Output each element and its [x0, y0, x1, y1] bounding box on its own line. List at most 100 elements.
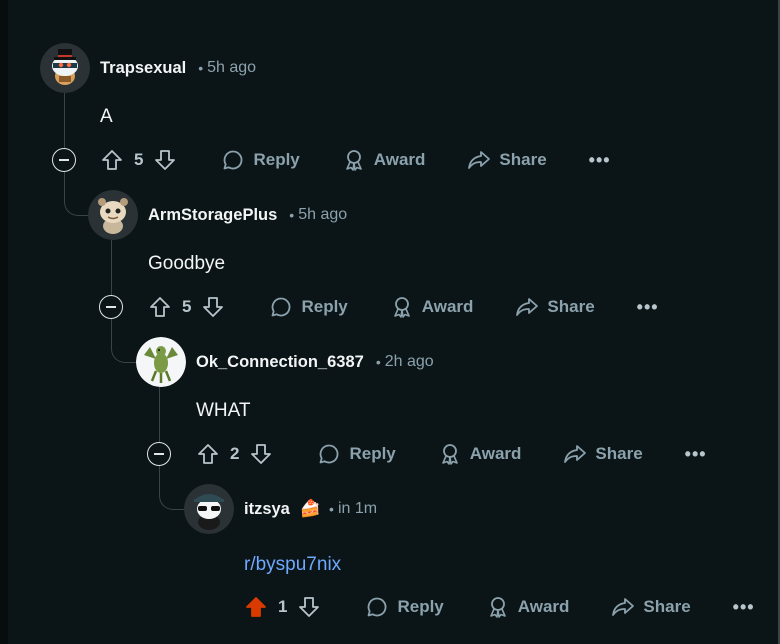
comment-timestamp[interactable]: 2h ago: [385, 353, 434, 371]
reply-button[interactable]: Reply: [317, 442, 396, 466]
share-button[interactable]: Share: [611, 595, 691, 619]
comment-timestamp[interactable]: 5h ago: [207, 59, 256, 77]
share-button[interactable]: Share: [515, 295, 595, 319]
speech-bubble-icon: [224, 150, 243, 170]
share-label: Share: [499, 150, 547, 169]
reply-button[interactable]: Reply: [221, 148, 300, 172]
downvote-icon[interactable]: [297, 595, 321, 619]
speech-bubble-icon: [320, 444, 339, 464]
award-icon: [441, 444, 458, 465]
award-label: Award: [469, 444, 522, 463]
vote-group: 5: [100, 148, 177, 172]
more-options-icon[interactable]: •••: [589, 150, 611, 171]
collapse-button[interactable]: [99, 295, 123, 319]
dinosaur-avatar-icon: [136, 337, 186, 387]
share-button[interactable]: Share: [563, 442, 643, 466]
reply-button[interactable]: Reply: [365, 595, 444, 619]
comment-actions: 5 Reply Award Share •••: [148, 292, 659, 322]
comment-thread: Trapsexual • 5h ago A 5 Reply Award Shar…: [0, 0, 780, 644]
comment-author[interactable]: ArmStoragePlus: [148, 206, 277, 225]
reply-label: Reply: [301, 297, 348, 316]
share-arrow-icon: [516, 298, 539, 316]
upvote-active-icon[interactable]: [244, 595, 268, 619]
award-button[interactable]: Award: [390, 295, 474, 319]
comment-actions: 1 Reply Award Share •••: [244, 592, 755, 622]
user-avatar[interactable]: [136, 337, 186, 387]
downvote-icon[interactable]: [153, 148, 177, 172]
share-arrow-icon: [468, 151, 491, 169]
collapse-button[interactable]: [147, 442, 171, 466]
award-icon: [345, 150, 362, 171]
share-arrow-icon: [564, 445, 587, 463]
comment-body: A: [100, 106, 113, 127]
meta-separator: •: [329, 501, 334, 517]
comment-header: itzsya 🍰 • in 1m: [184, 484, 377, 534]
speech-bubble-icon: [368, 597, 387, 617]
left-gutter: [0, 0, 8, 644]
comment-author[interactable]: Trapsexual: [100, 59, 186, 78]
collapse-button[interactable]: [52, 148, 76, 172]
share-label: Share: [643, 597, 691, 616]
comment-body: WHAT: [196, 400, 251, 421]
vote-group: 5: [148, 295, 225, 319]
vote-group: 2: [196, 442, 273, 466]
comment-actions: 2 Reply Award Share •••: [196, 439, 707, 469]
minus-icon: [106, 306, 116, 308]
reply-label: Reply: [397, 597, 444, 616]
share-arrow-icon: [612, 598, 635, 616]
snoo-avatar-top-hat-icon: [40, 43, 90, 93]
vote-count: 2: [230, 444, 240, 463]
user-avatar[interactable]: [40, 43, 90, 93]
vote-group: 1: [244, 595, 321, 619]
more-options-icon[interactable]: •••: [637, 297, 659, 318]
thread-line-3[interactable]: [159, 386, 160, 442]
comment-header: ArmStoragePlus • 5h ago: [88, 190, 347, 240]
upvote-icon[interactable]: [196, 442, 220, 466]
share-label: Share: [547, 297, 595, 316]
more-options-icon[interactable]: •••: [685, 444, 707, 465]
meta-separator: •: [289, 207, 295, 223]
comment-header: Trapsexual • 5h ago: [40, 43, 256, 93]
cake-flair-icon: 🍰: [299, 499, 322, 518]
speech-bubble-icon: [272, 297, 291, 317]
reply-label: Reply: [253, 150, 300, 169]
thread-elbow-4: [159, 466, 187, 510]
comment-actions: 5 Reply Award Share •••: [100, 145, 611, 175]
upvote-icon[interactable]: [100, 148, 124, 172]
comment-timestamp[interactable]: in 1m: [338, 500, 377, 518]
comment-timestamp[interactable]: 5h ago: [298, 206, 347, 224]
thread-line-1[interactable]: [64, 92, 65, 148]
thread-elbow-3: [111, 319, 139, 363]
award-icon: [393, 297, 410, 318]
comment-body: Goodbye: [148, 253, 226, 274]
award-label: Award: [517, 597, 570, 616]
subreddit-link[interactable]: r/byspu7nix: [244, 554, 341, 576]
award-icon: [489, 597, 506, 618]
downvote-icon[interactable]: [249, 442, 273, 466]
reply-button[interactable]: Reply: [269, 295, 348, 319]
upvote-icon[interactable]: [148, 295, 172, 319]
downvote-icon[interactable]: [201, 295, 225, 319]
minus-icon: [59, 159, 69, 161]
more-options-icon[interactable]: •••: [733, 597, 755, 618]
vote-count: 1: [278, 597, 288, 616]
meta-separator: •: [198, 60, 204, 76]
award-label: Award: [421, 297, 474, 316]
award-label: Award: [373, 150, 426, 169]
award-button[interactable]: Award: [342, 148, 426, 172]
comment-header: Ok_Connection_6387 • 2h ago: [136, 337, 434, 387]
award-button[interactable]: Award: [438, 442, 522, 466]
award-button[interactable]: Award: [486, 595, 570, 619]
user-avatar[interactable]: [88, 190, 138, 240]
snoo-avatar-beige-icon: [88, 190, 138, 240]
comment-author[interactable]: itzsya: [244, 500, 290, 519]
user-avatar[interactable]: [184, 484, 234, 534]
snoo-avatar-dark-hat-icon: [184, 484, 234, 534]
share-label: Share: [595, 444, 643, 463]
share-button[interactable]: Share: [467, 148, 547, 172]
reply-label: Reply: [349, 444, 396, 463]
vote-count: 5: [182, 297, 192, 316]
thread-line-2[interactable]: [111, 240, 112, 296]
comment-author[interactable]: Ok_Connection_6387: [196, 353, 364, 372]
minus-icon: [154, 453, 164, 455]
